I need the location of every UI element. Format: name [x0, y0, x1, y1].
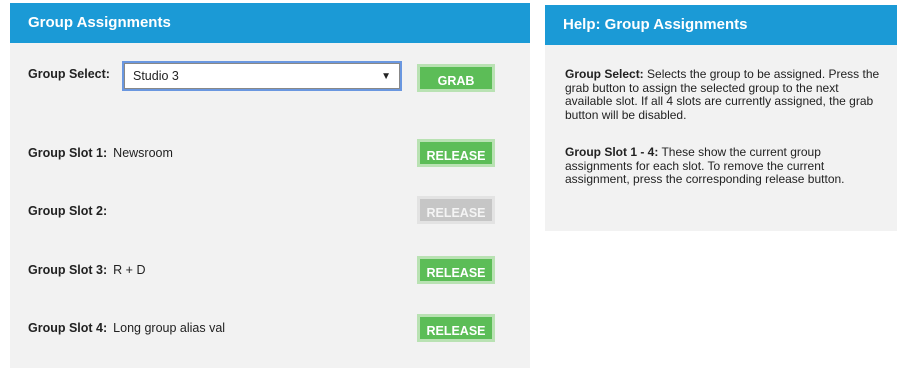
help-term: Group Select:: [565, 67, 644, 81]
group-slot-1-value: Newsroom: [113, 146, 173, 160]
group-select-dropdown[interactable]: Studio 3 ▼: [124, 63, 400, 89]
help-panel-title: Help: Group Assignments: [545, 5, 897, 45]
help-term: Group Slot 1 - 4:: [565, 145, 659, 159]
release-slot-4-button[interactable]: RELEASE: [417, 314, 495, 342]
group-slot-4-label: Group Slot 4:: [28, 321, 108, 335]
group-slot-2-row: Group Slot 2:: [28, 204, 113, 218]
help-group-slot-text: Group Slot 1 - 4: These show the current…: [565, 145, 881, 187]
group-slot-1-label: Group Slot 1:: [28, 146, 108, 160]
help-panel: Help: Group Assignments Group Select: Se…: [545, 5, 897, 231]
dropdown-arrow-icon: ▼: [381, 70, 391, 82]
release-slot-3-button[interactable]: RELEASE: [417, 256, 495, 284]
group-slot-4-value: Long group alias val: [113, 321, 226, 335]
group-slot-3-value: R + D: [113, 263, 146, 277]
group-slot-3-row: Group Slot 3: R + D: [28, 263, 145, 277]
group-slot-4-row: Group Slot 4: Long group alias val: [28, 321, 225, 335]
grab-button[interactable]: GRAB: [417, 64, 495, 92]
group-select-value: Studio 3: [133, 69, 179, 83]
help-group-select-text: Group Select: Selects the group to be as…: [565, 67, 881, 122]
group-select-label: Group Select:: [28, 67, 110, 81]
release-slot-2-button[interactable]: RELEASE: [417, 196, 495, 224]
panel-title: Group Assignments: [10, 3, 530, 43]
group-slot-2-label: Group Slot 2:: [28, 204, 108, 218]
group-select-row: Group Select:: [28, 67, 110, 81]
group-assignments-panel: Group Assignments Group Select: Studio 3…: [10, 3, 530, 368]
group-slot-3-label: Group Slot 3:: [28, 263, 108, 277]
group-slot-1-row: Group Slot 1: Newsroom: [28, 146, 173, 160]
release-slot-1-button[interactable]: RELEASE: [417, 139, 495, 167]
